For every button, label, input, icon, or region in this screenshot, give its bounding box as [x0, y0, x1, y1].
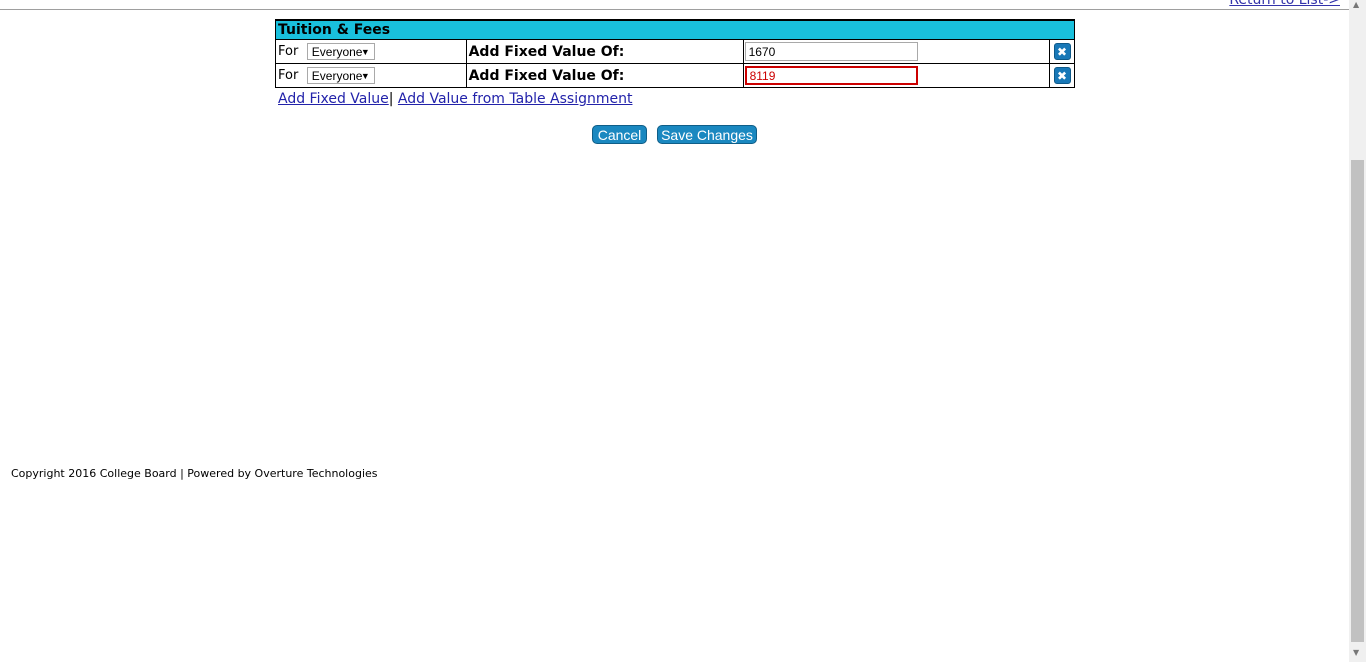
- audience-select-value: Everyone: [311, 69, 363, 83]
- value-cell: [742, 63, 1051, 88]
- cancel-button[interactable]: Cancel: [592, 125, 647, 144]
- close-icon[interactable]: ✖: [1053, 67, 1071, 84]
- scrollbar-thumb[interactable]: [1351, 160, 1364, 642]
- add-fixed-value-link[interactable]: Add Fixed Value: [278, 91, 389, 107]
- vertical-scrollbar[interactable]: ▲ ▼: [1349, 0, 1366, 662]
- fixed-value-label: Add Fixed Value Of:: [465, 39, 744, 64]
- table-row: For Everyone ▼ Add Fixed Value Of: ✖: [275, 63, 1075, 88]
- copyright-text: Copyright 2016 College Board | Powered b…: [11, 467, 378, 480]
- tuition-fees-table: Tuition & Fees For Everyone ▼ Add Fixed …: [275, 19, 1075, 88]
- for-label: For: [278, 44, 299, 59]
- audience-select[interactable]: Everyone ▼: [306, 67, 375, 84]
- for-cell: For Everyone ▼: [275, 39, 467, 64]
- scroll-up-icon[interactable]: ▲: [1353, 0, 1359, 9]
- remove-cell: ✖: [1049, 63, 1075, 88]
- table-title: Tuition & Fees: [275, 19, 1075, 40]
- add-value-from-table-link[interactable]: Add Value from Table Assignment: [398, 91, 633, 107]
- audience-select-value: Everyone: [311, 45, 363, 59]
- remove-cell: ✖: [1049, 39, 1075, 64]
- add-value-links: Add Fixed Value| Add Value from Table As…: [278, 91, 632, 107]
- return-to-list-link[interactable]: Return to List->: [1229, 0, 1340, 8]
- dropdown-arrow-icon: ▼: [360, 47, 370, 57]
- for-label: For: [278, 68, 299, 83]
- fixed-value-input[interactable]: [744, 42, 918, 61]
- scroll-down-icon[interactable]: ▼: [1353, 648, 1359, 657]
- save-changes-button[interactable]: Save Changes: [657, 125, 757, 144]
- fixed-value-input-error[interactable]: [744, 66, 918, 85]
- fixed-value-label: Add Fixed Value Of:: [465, 63, 744, 88]
- audience-select[interactable]: Everyone ▼: [306, 43, 375, 60]
- value-cell: [742, 39, 1051, 64]
- link-separator: |: [388, 91, 394, 107]
- dropdown-arrow-icon: ▼: [360, 71, 370, 81]
- for-cell: For Everyone ▼: [275, 63, 467, 88]
- table-header-row: Tuition & Fees: [275, 19, 1075, 40]
- table-row: For Everyone ▼ Add Fixed Value Of: ✖: [275, 39, 1075, 64]
- top-divider: [0, 9, 1349, 10]
- close-icon[interactable]: ✖: [1053, 43, 1071, 60]
